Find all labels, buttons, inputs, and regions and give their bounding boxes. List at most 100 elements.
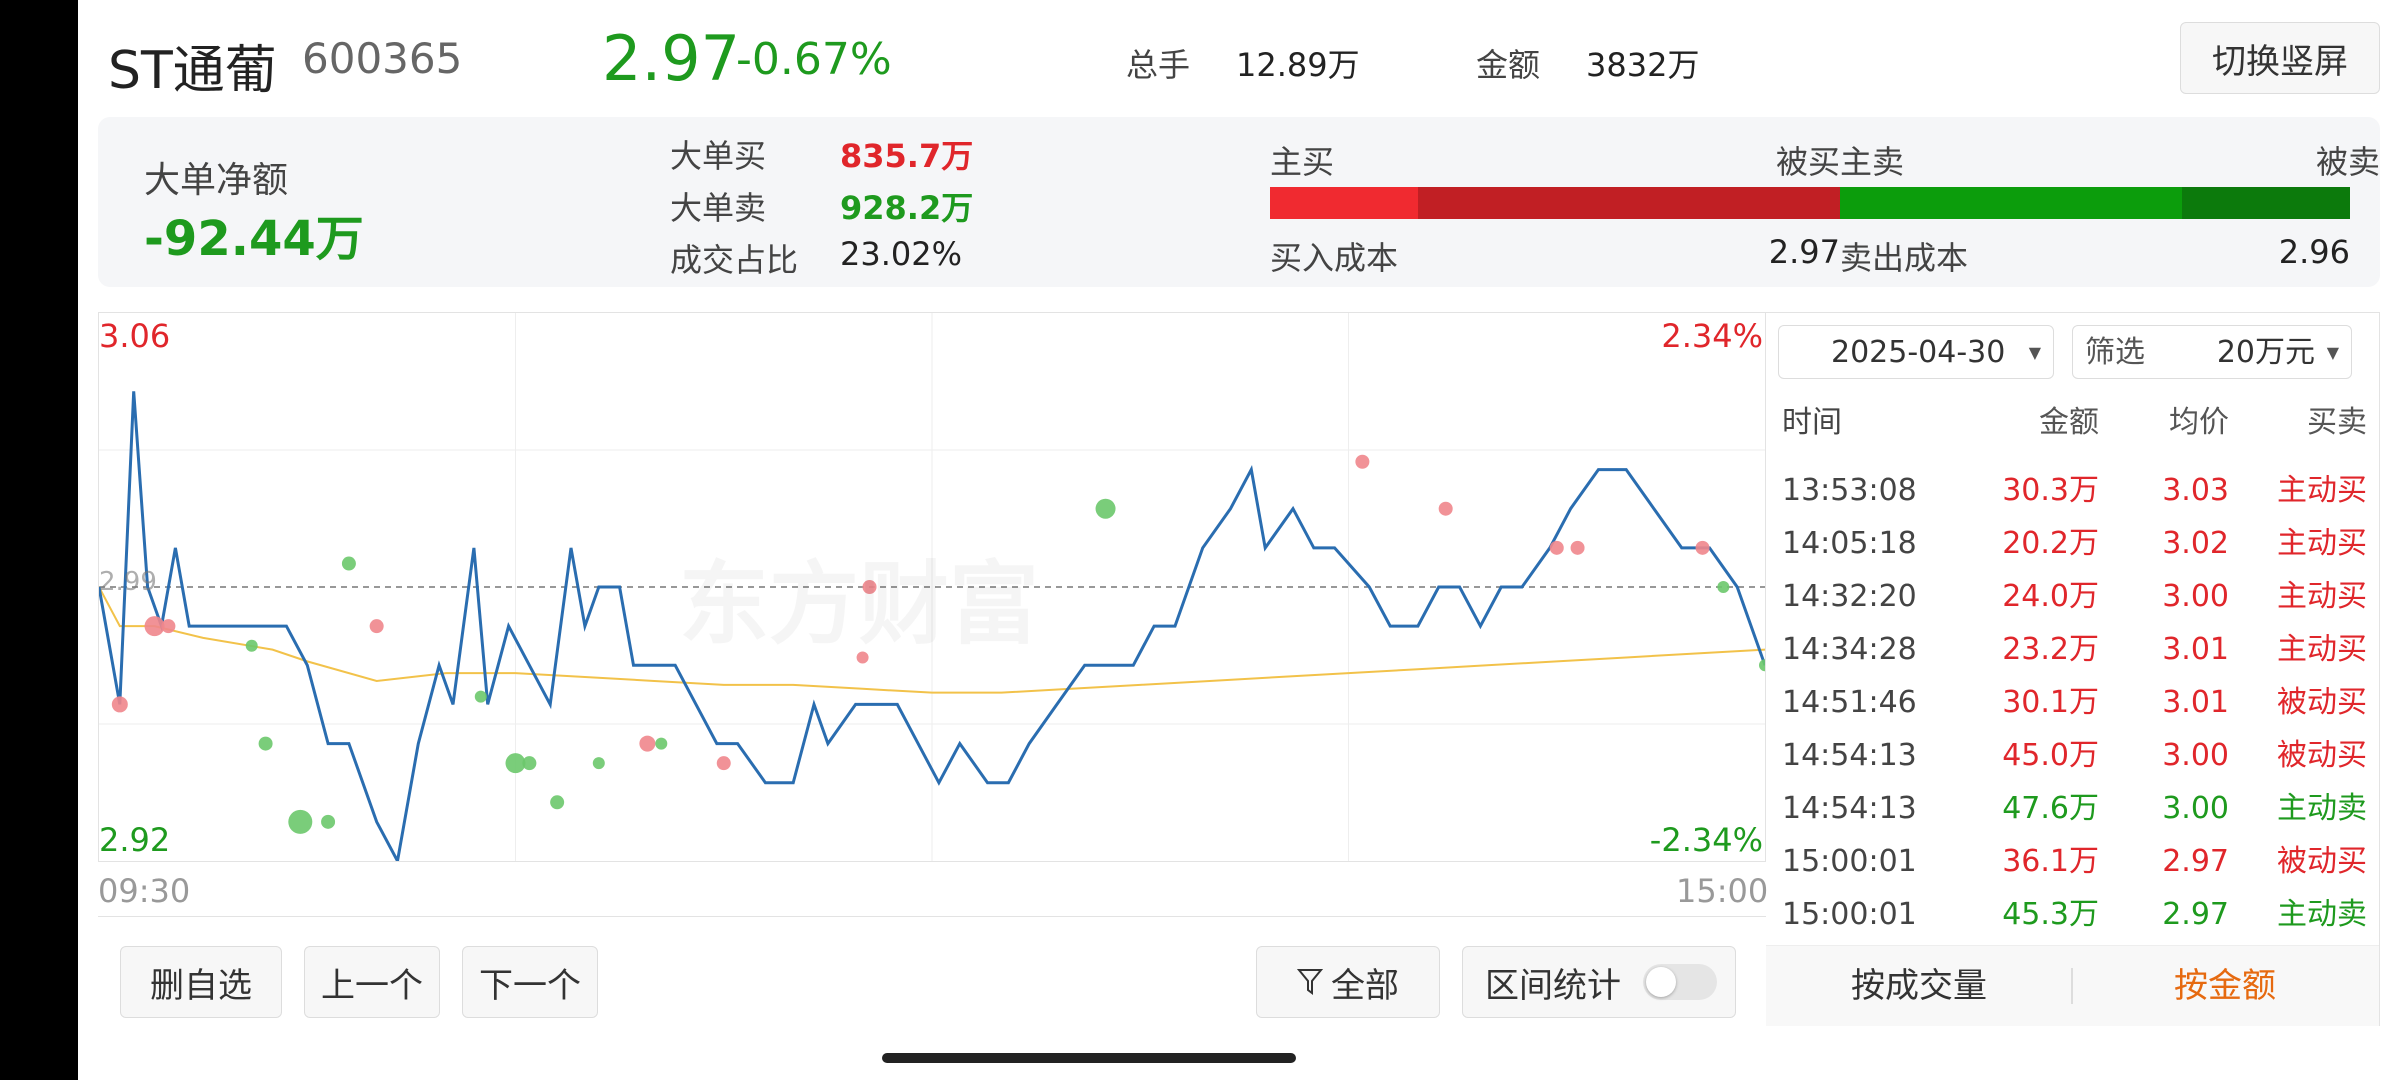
switch-portrait-button[interactable]: 切换竖屏 [2180, 22, 2380, 94]
watermark: 东方财富 [679, 531, 1039, 661]
chart-divider [98, 916, 1766, 917]
buy-ratio-active-fill [1270, 187, 1419, 219]
col-side: 买卖 [2307, 405, 2367, 440]
amount-value: 3832万 [1586, 46, 1700, 84]
date-value: 2025-04-30 [1831, 335, 2006, 370]
current-price: 2.97 [602, 22, 741, 95]
active-sell-label: 主卖 [1840, 143, 1905, 181]
trade-amount: 30.1万 [2002, 685, 2099, 720]
trade-amount: 47.6万 [2002, 791, 2099, 826]
trade-price: 3.00 [2162, 791, 2229, 826]
trade-amount: 20.2万 [2002, 526, 2099, 561]
trade-price: 3.02 [2162, 526, 2229, 561]
trade-time: 15:00:01 [1782, 897, 1917, 932]
trade-amount: 45.3万 [2002, 897, 2099, 932]
big-sell-marker [258, 736, 273, 751]
table-row: 13:53:08 30.3万 3.03 主动买 [1766, 465, 2379, 517]
active-buy-label: 主买 [1270, 143, 1335, 181]
filter-select[interactable]: 筛选 20万元 ▼ [2072, 325, 2352, 379]
big-buy-marker [639, 735, 656, 752]
trade-amount: 24.0万 [2002, 579, 2099, 614]
buy-ratio-bar [1270, 187, 1840, 219]
table-row: 14:51:46 30.1万 3.01 被动买 [1766, 677, 2379, 729]
buy-cost-label: 买入成本 [1270, 239, 1399, 277]
app-window: ST通葡 600365 2.97 -0.67% 总手 12.89万 金额 383… [78, 0, 2400, 1080]
by-volume-tab[interactable]: 按成交量 [1766, 946, 2072, 1026]
trade-side: 主动买 [2277, 579, 2367, 614]
col-price: 均价 [2169, 405, 2229, 440]
sell-ratio-active-fill [1840, 187, 2182, 219]
trade-time: 15:00:01 [1782, 844, 1917, 879]
col-amount: 金额 [2039, 405, 2099, 440]
trade-price: 3.01 [2162, 632, 2229, 667]
chart-low-percent: -2.34% [1649, 821, 1763, 859]
home-indicator [882, 1053, 1296, 1063]
trade-time: 14:32:20 [1782, 579, 1917, 614]
change-percent: -0.67% [736, 34, 892, 85]
sort-toggle-bar: 按成交量 按金额 [1766, 945, 2379, 1026]
sell-cost-value: 2.96 [2278, 233, 2350, 271]
chart-low-price: 2.92 [99, 821, 171, 859]
trade-amount: 36.1万 [2002, 844, 2099, 879]
next-button[interactable]: 下一个 [462, 946, 598, 1018]
trade-price: 2.97 [2162, 897, 2229, 932]
filter-label: 筛选 [2085, 335, 2145, 370]
by-amount-tab[interactable]: 按金额 [2072, 946, 2378, 1026]
chevron-down-icon: ▼ [2326, 343, 2339, 362]
filter-icon [1297, 969, 1323, 995]
chart-high-price: 3.06 [99, 317, 171, 355]
table-row: 15:00:01 45.3万 2.97 主动卖 [1766, 889, 2379, 941]
net-amount-value: -92.44万 [144, 211, 364, 267]
big-sell-marker [288, 809, 313, 834]
volume-label: 总手 [1126, 46, 1191, 84]
trade-price: 3.03 [2162, 473, 2229, 508]
filter-all-button[interactable]: 全部 [1256, 946, 1440, 1018]
col-time: 时间 [1782, 405, 1842, 440]
summary-panel: 大单净额 -92.44万 大单买 835.7万 大单卖 928.2万 成交占比 … [98, 117, 2380, 287]
big-buy-marker [716, 756, 731, 771]
amount-label: 金额 [1476, 46, 1541, 84]
table-row: 15:00:01 36.1万 2.97 被动买 [1766, 836, 2379, 888]
trade-time: 14:51:46 [1782, 685, 1917, 720]
previous-button[interactable]: 上一个 [304, 946, 440, 1018]
chart-ref-price: 2.99 [99, 567, 157, 597]
range-stats-toggle[interactable] [1643, 964, 1717, 1000]
stock-name: ST通葡 [108, 41, 277, 101]
big-sell-marker [321, 814, 336, 829]
chevron-down-icon: ▼ [2028, 343, 2041, 362]
trade-time: 14:54:13 [1782, 738, 1917, 773]
trade-side: 被动买 [2277, 685, 2367, 720]
big-sell-marker [522, 756, 537, 771]
sell-cost-label: 卖出成本 [1840, 239, 1969, 277]
big-sell-marker [592, 757, 605, 770]
big-sell-marker [1759, 659, 1765, 672]
ratio-value: 23.02% [840, 235, 963, 273]
table-header: 时间 金额 均价 买卖 [1766, 397, 2379, 449]
range-stats-button[interactable]: 区间统计 [1462, 946, 1736, 1018]
big-buy-marker [369, 619, 384, 634]
trade-price: 3.00 [2162, 579, 2229, 614]
big-buy-marker [1570, 540, 1585, 555]
big-buy-marker [111, 696, 128, 713]
big-sell-marker [245, 639, 258, 652]
big-trades-panel: 2025-04-30 ▼ 筛选 20万元 ▼ 时间 金额 均价 买卖 13:53… [1766, 312, 2380, 1026]
table-row: 14:32:20 24.0万 3.00 主动买 [1766, 571, 2379, 623]
trade-time: 14:05:18 [1782, 526, 1917, 561]
table-row: 14:54:13 45.0万 3.00 被动买 [1766, 730, 2379, 782]
date-select[interactable]: 2025-04-30 ▼ [1778, 325, 2054, 379]
net-amount-label: 大单净额 [144, 160, 289, 201]
chart-start-time: 09:30 [98, 872, 191, 910]
trade-side: 主动买 [2277, 632, 2367, 667]
intraday-chart[interactable]: 东方财富 3.06 2.92 2.34% -2.34% 2.99 [98, 312, 1766, 862]
table-row: 14:34:28 23.2万 3.01 主动买 [1766, 624, 2379, 676]
trade-side: 被动买 [2277, 844, 2367, 879]
filter-value: 20万元 [2216, 335, 2315, 370]
chart-end-time: 15:00 [1676, 872, 1769, 910]
sell-ratio-bar [1840, 187, 2350, 219]
big-buy-label: 大单买 [670, 137, 767, 175]
big-buy-marker [1438, 501, 1453, 516]
table-row: 14:54:13 47.6万 3.00 主动卖 [1766, 783, 2379, 835]
remove-watchlist-button[interactable]: 删自选 [120, 946, 282, 1018]
trade-side: 被动买 [2277, 738, 2367, 773]
trade-time: 13:53:08 [1782, 473, 1917, 508]
